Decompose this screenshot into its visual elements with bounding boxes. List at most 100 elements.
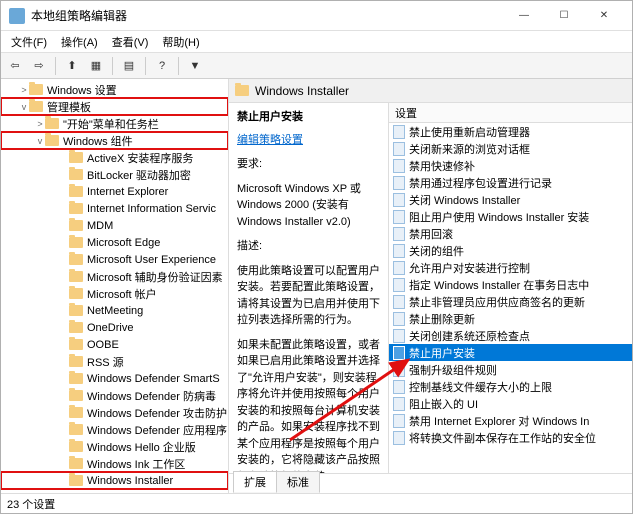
up-icon[interactable]: ⬆ [62, 56, 82, 76]
tree-label: OOBE [87, 339, 119, 351]
policy-row[interactable]: 强制升级组件规则 [389, 361, 632, 378]
tree-node[interactable]: Internet Information Servic [1, 200, 228, 217]
edit-policy-link[interactable]: 编辑策略设置 [237, 132, 303, 149]
tree-node[interactable]: RSS 源 [1, 353, 228, 370]
tree-icon[interactable]: ▦ [86, 56, 106, 76]
filter-funnel-icon[interactable]: ▼ [185, 56, 205, 76]
tree-node[interactable]: vWindows 组件 [1, 132, 228, 149]
tree-pane[interactable]: > Windows 设置 v 管理模板>"开始"菜单和任务栏vWindows 组件Ac… [1, 79, 229, 493]
policy-icon [393, 397, 405, 411]
tree-toggle-icon[interactable]: v [19, 102, 29, 112]
tree-node[interactable]: >"开始"菜单和任务栏 [1, 115, 228, 132]
policy-row[interactable]: 关闭创建系统还原检查点 [389, 327, 632, 344]
tree-node[interactable]: Microsoft User Experience [1, 251, 228, 268]
policy-label: 关闭的组件 [409, 243, 464, 259]
tree-node[interactable]: Windows Installer [1, 472, 228, 489]
tree-label: Windows Defender 攻击防护 [87, 405, 227, 421]
tree-node[interactable]: Microsoft 帐户 [1, 285, 228, 302]
menu-file[interactable]: 文件(F) [5, 32, 53, 52]
policy-row[interactable]: 关闭新来源的浏览对话框 [389, 140, 632, 157]
back-icon[interactable]: ⇦ [5, 56, 25, 76]
tree-node[interactable]: ActiveX 安装程序服务 [1, 149, 228, 166]
tree-label: Windows Defender 应用程序 [87, 422, 227, 438]
policy-list-pane: 设置 禁止使用重新启动管理器关闭新来源的浏览对话框禁用快速修补禁用通过程序包设置… [389, 103, 632, 473]
description-pane: 禁止用户安装 编辑策略设置 要求: Microsoft Windows XP 或… [229, 103, 389, 473]
filter-icon[interactable]: ▤ [119, 56, 139, 76]
tree-label: Microsoft 辅助身份验证因素 [87, 269, 223, 285]
tree-node[interactable]: > Windows 设置 [1, 81, 228, 98]
tree-node[interactable]: Windows Defender 攻击防护 [1, 404, 228, 421]
minimize-button[interactable]: — [504, 3, 544, 29]
policy-icon [393, 142, 405, 156]
tree-node[interactable]: Windows Defender SmartS [1, 370, 228, 387]
policy-row[interactable]: 禁用 Internet Explorer 对 Windows In [389, 412, 632, 429]
tree-node[interactable]: Windows Defender 应用程序 [1, 421, 228, 438]
forward-icon[interactable]: ⇨ [29, 56, 49, 76]
policy-label: 指定 Windows Installer 在事务日志中 [409, 277, 589, 293]
help-icon[interactable]: ? [152, 56, 172, 76]
menu-action[interactable]: 操作(A) [55, 32, 104, 52]
folder-icon [69, 407, 83, 418]
tree-toggle-icon[interactable]: > [35, 119, 45, 129]
policy-row[interactable]: 禁用快速修补 [389, 157, 632, 174]
policy-icon [393, 261, 405, 275]
policy-row[interactable]: 允许用户对安装进行控制 [389, 259, 632, 276]
policy-row[interactable]: 阻止用户使用 Windows Installer 安装 [389, 208, 632, 225]
policy-name: 禁止用户安装 [237, 109, 380, 126]
tree-node[interactable]: MDM [1, 217, 228, 234]
policy-row[interactable]: 禁止用户安装 [389, 344, 632, 361]
folder-icon [45, 135, 59, 146]
tree-node[interactable]: NetMeeting [1, 302, 228, 319]
policy-icon [393, 431, 405, 445]
policy-row[interactable]: 禁止使用重新启动管理器 [389, 123, 632, 140]
close-button[interactable]: ✕ [584, 3, 624, 29]
folder-icon [69, 237, 83, 248]
tree-label: Windows Defender SmartS [87, 373, 220, 385]
folder-icon [69, 441, 83, 452]
content-header: Windows Installer [229, 79, 632, 103]
tree-label: Internet Information Servic [87, 203, 216, 215]
requirements-label: 要求: [237, 156, 380, 173]
policy-row[interactable]: 禁用回滚 [389, 225, 632, 242]
policy-row[interactable]: 指定 Windows Installer 在事务日志中 [389, 276, 632, 293]
tree-label: Windows 设置 [47, 82, 117, 98]
maximize-button[interactable]: ☐ [544, 3, 584, 29]
policy-row[interactable]: 控制基线文件缓存大小的上限 [389, 378, 632, 395]
policy-row[interactable]: 阻止嵌入的 UI [389, 395, 632, 412]
policy-icon [393, 176, 405, 190]
tree-node[interactable]: v 管理模板 [1, 98, 228, 115]
tree-node[interactable]: Internet Explorer [1, 183, 228, 200]
tree-node[interactable]: OneDrive [1, 319, 228, 336]
tree-toggle-icon[interactable]: > [19, 85, 29, 95]
tree-node[interactable]: Windows Defender 防病毒 [1, 387, 228, 404]
tree-toggle-icon[interactable]: v [35, 136, 45, 146]
policy-row[interactable]: 关闭 Windows Installer [389, 191, 632, 208]
policy-row[interactable]: 禁用通过程序包设置进行记录 [389, 174, 632, 191]
tree-node[interactable]: OOBE [1, 336, 228, 353]
menu-help[interactable]: 帮助(H) [156, 32, 205, 52]
tree-node[interactable]: Windows Ink 工作区 [1, 455, 228, 472]
tree-label: OneDrive [87, 322, 133, 334]
tab-standard[interactable]: 标准 [276, 471, 320, 493]
tab-extended[interactable]: 扩展 [233, 471, 277, 493]
tree-label: Windows Defender 防病毒 [87, 388, 216, 404]
policy-list[interactable]: 禁止使用重新启动管理器关闭新来源的浏览对话框禁用快速修补禁用通过程序包设置进行记… [389, 123, 632, 473]
menu-view[interactable]: 查看(V) [106, 32, 155, 52]
policy-icon [393, 363, 405, 377]
tree-node[interactable]: Microsoft 辅助身份验证因素 [1, 268, 228, 285]
policy-row[interactable]: 禁止非管理员应用供应商签名的更新 [389, 293, 632, 310]
folder-icon [69, 390, 83, 401]
policy-label: 禁用回滚 [409, 226, 453, 242]
tree-node[interactable]: BitLocker 驱动器加密 [1, 166, 228, 183]
tree-label: 管理模板 [47, 99, 91, 115]
policy-icon [393, 380, 405, 394]
tree-node[interactable]: Microsoft Edge [1, 234, 228, 251]
column-header-settings[interactable]: 设置 [389, 103, 632, 123]
policy-label: 将转换文件副本保存在工作站的安全位 [409, 430, 596, 446]
folder-icon [69, 475, 83, 486]
policy-label: 关闭创建系统还原检查点 [409, 328, 530, 344]
policy-row[interactable]: 禁止删除更新 [389, 310, 632, 327]
policy-row[interactable]: 将转换文件副本保存在工作站的安全位 [389, 429, 632, 446]
policy-row[interactable]: 关闭的组件 [389, 242, 632, 259]
tree-node[interactable]: Windows Hello 企业版 [1, 438, 228, 455]
